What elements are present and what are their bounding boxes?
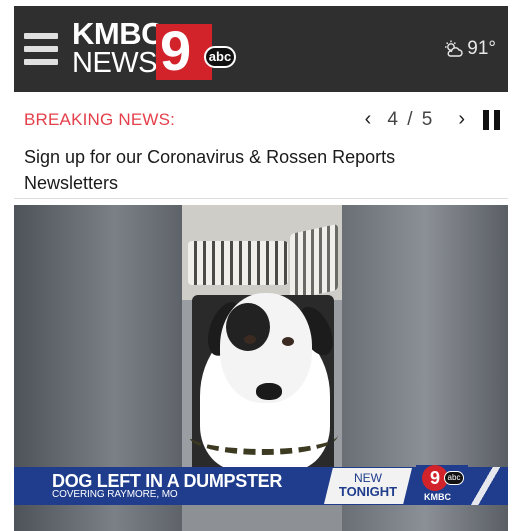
partly-sunny-icon bbox=[445, 40, 463, 57]
dog-eye bbox=[282, 337, 294, 346]
video-player[interactable]: DOG LEFT IN A DUMPSTER COVERING RAYMORE,… bbox=[14, 205, 508, 531]
logo-abc: abc bbox=[204, 46, 236, 68]
kmbc-logo[interactable]: KMBC NEWS 9 abc bbox=[72, 16, 262, 82]
temperature: 91° bbox=[467, 38, 496, 59]
pause-icon[interactable] bbox=[483, 109, 500, 130]
logo-kmbc: KMBC bbox=[72, 16, 164, 51]
logo-nine-badge: 9 bbox=[156, 19, 212, 82]
crate-vent bbox=[290, 223, 338, 301]
divider bbox=[14, 198, 508, 199]
dog-nose bbox=[256, 383, 282, 400]
menu-icon-bar bbox=[24, 59, 58, 65]
logo-nine: 9 bbox=[160, 19, 192, 82]
site-header: KMBC NEWS 9 abc 91° bbox=[14, 6, 508, 92]
breaking-news-label: BREAKING NEWS: bbox=[24, 110, 176, 129]
chevron-right-icon[interactable]: › bbox=[452, 108, 471, 131]
chevron-left-icon[interactable]: ‹ bbox=[359, 108, 378, 131]
new-tonight-line1: NEW bbox=[354, 471, 382, 485]
breaking-news-bar: BREAKING NEWS: ‹ 4 / 5 › bbox=[24, 108, 500, 134]
weather-widget[interactable]: 91° bbox=[443, 38, 496, 60]
crate-vent bbox=[188, 241, 288, 285]
dog-eye bbox=[244, 335, 256, 344]
lower-third-accent bbox=[468, 467, 508, 505]
lower-third-subtitle: COVERING RAYMORE, MO bbox=[52, 489, 178, 500]
breaking-headline-link[interactable]: Sign up for our Coronavirus & Rossen Rep… bbox=[24, 144, 464, 196]
ticker-position: 4 / 5 bbox=[387, 108, 435, 130]
menu-icon-bar bbox=[24, 46, 58, 52]
logo-wordmark: KMBC NEWS bbox=[72, 16, 164, 79]
ticker-pager: ‹ 4 / 5 › bbox=[359, 108, 500, 131]
station-bug-network: abc bbox=[444, 471, 464, 485]
station-bug: 9 abc KMBC bbox=[416, 465, 468, 505]
dog-leash bbox=[188, 415, 338, 455]
new-tonight-tag: NEW TONIGHT bbox=[324, 468, 412, 504]
station-bug-call-sign: KMBC bbox=[424, 492, 451, 502]
menu-icon-bar bbox=[24, 33, 58, 39]
menu-icon[interactable] bbox=[24, 33, 58, 69]
new-tonight-line2: TONIGHT bbox=[338, 484, 398, 499]
logo-news: NEWS bbox=[72, 46, 158, 79]
